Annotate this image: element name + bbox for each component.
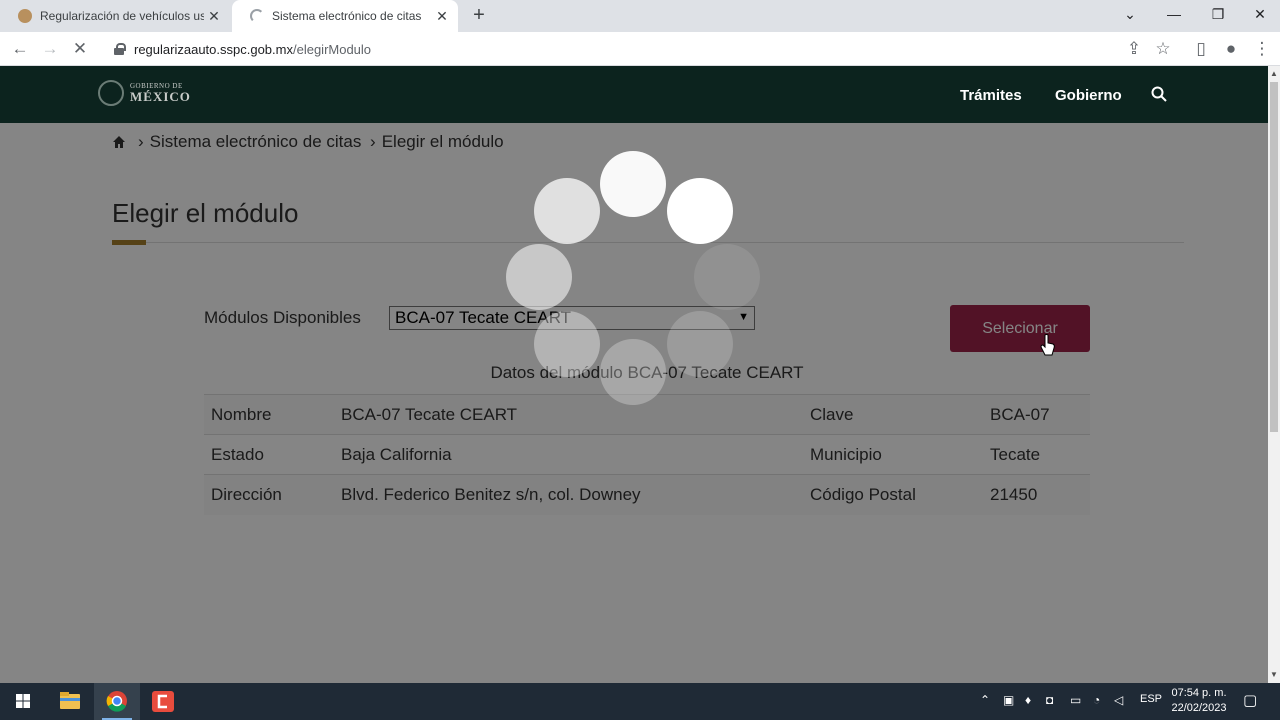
seal-icon xyxy=(98,80,124,106)
battery-icon[interactable]: ▭ xyxy=(1070,693,1081,707)
volume-icon[interactable]: ◁ xyxy=(1114,693,1123,707)
loading-overlay xyxy=(0,123,1268,683)
restore-icon[interactable]: ❐ xyxy=(1196,0,1240,30)
windows-taskbar: ⌃ ▣ ♦ ◘ ▭ ◔ ◁ ESP 07:54 p. m. 22/02/2023… xyxy=(0,683,1280,720)
browser-tab-regularizacion[interactable]: Regularización de vehículos usad ✕ xyxy=(0,0,230,32)
tab-title: Sistema electrónico de citas xyxy=(272,9,422,23)
scroll-down-icon[interactable]: ▼ xyxy=(1270,671,1278,679)
gov-header: GOBIERNO DE MÉXICO Trámites Gobierno xyxy=(0,66,1268,123)
logo-big-text: MÉXICO xyxy=(130,89,191,104)
minimize-icon[interactable]: — xyxy=(1152,0,1196,30)
stop-loading-icon[interactable]: ✕ xyxy=(68,37,92,61)
back-icon[interactable]: ← xyxy=(8,37,32,61)
notifications-icon[interactable]: ▢ xyxy=(1243,691,1257,709)
browser-tabstrip: Regularización de vehículos usad ✕ Siste… xyxy=(0,0,1280,32)
tab-search-icon[interactable]: ⌄ xyxy=(1108,0,1152,30)
gobierno-mexico-logo[interactable]: GOBIERNO DE MÉXICO xyxy=(98,80,191,106)
clock-time: 07:54 p. m. xyxy=(1171,687,1227,699)
notification-app-icon[interactable]: ◘ xyxy=(1046,693,1053,707)
language-indicator[interactable]: ESP xyxy=(1140,693,1162,705)
hand-cursor-icon xyxy=(1040,334,1055,356)
close-tab-icon[interactable]: ✕ xyxy=(434,8,450,24)
forward-icon[interactable]: → xyxy=(38,37,62,61)
chrome-icon[interactable] xyxy=(94,683,140,720)
scroll-up-icon[interactable]: ▲ xyxy=(1270,70,1278,78)
nav-tramites[interactable]: Trámites xyxy=(960,87,1022,104)
windows-start-icon[interactable] xyxy=(0,683,46,720)
browser-tab-citas[interactable]: Sistema electrónico de citas ✕ xyxy=(232,0,458,32)
clock[interactable]: 07:54 p. m. 22/02/2023 xyxy=(1166,686,1232,716)
tab-title: Regularización de vehículos usad xyxy=(40,9,204,23)
file-explorer-icon[interactable] xyxy=(47,683,93,720)
loading-spinner-icon xyxy=(250,9,264,23)
search-icon[interactable] xyxy=(1151,86,1167,102)
side-panel-icon[interactable]: ▯ xyxy=(1189,37,1213,61)
nav-gobierno[interactable]: Gobierno xyxy=(1055,87,1122,104)
profile-icon[interactable]: ● xyxy=(1219,37,1243,61)
microphone-icon[interactable]: ♦ xyxy=(1025,693,1031,707)
browser-toolbar: ← → ✕ regularizaauto.sspc.gob.mx/elegirM… xyxy=(0,32,1280,66)
clock-date: 22/02/2023 xyxy=(1171,702,1227,714)
new-tab-icon[interactable]: + xyxy=(467,4,491,28)
show-hidden-icons[interactable]: ⌃ xyxy=(980,693,990,707)
favicon-icon xyxy=(18,9,32,23)
meet-now-icon[interactable]: ▣ xyxy=(1003,693,1014,707)
url-text: regularizaauto.sspc.gob.mx/elegirModulo xyxy=(134,41,372,57)
close-tab-icon[interactable]: ✕ xyxy=(206,8,222,24)
share-icon[interactable]: ⇪ xyxy=(1122,37,1146,61)
screen-recorder-icon[interactable] xyxy=(140,683,186,720)
menu-kebab-icon[interactable]: ⋮ xyxy=(1250,37,1274,61)
bookmark-star-icon[interactable]: ☆ xyxy=(1151,37,1175,61)
scroll-thumb[interactable] xyxy=(1270,82,1278,432)
wifi-icon[interactable]: ◔ xyxy=(1093,693,1100,707)
page-scrollbar[interactable]: ▲ ▼ xyxy=(1268,66,1280,683)
close-window-icon[interactable]: ✕ xyxy=(1238,0,1280,30)
lock-icon[interactable] xyxy=(114,43,126,55)
web-page: GOBIERNO DE MÉXICO Trámites Gobierno › S… xyxy=(0,66,1268,683)
address-bar[interactable]: regularizaauto.sspc.gob.mx/elegirModulo xyxy=(104,36,1184,62)
